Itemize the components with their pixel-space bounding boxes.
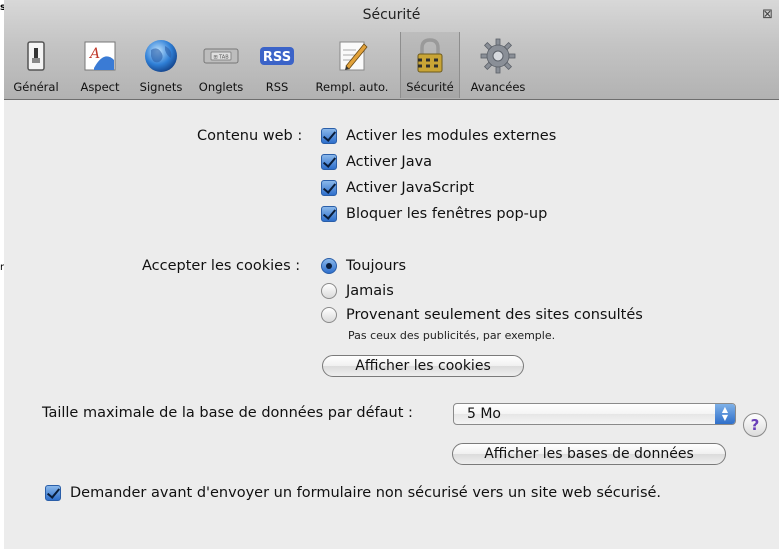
tabs-icon-label: ⊞ TAB — [213, 55, 229, 61]
select-arrows-icon: ▲ ▼ — [715, 404, 735, 424]
checkbox-checked-icon — [45, 485, 61, 501]
enable-plugins-checkbox[interactable]: Activer les modules externes — [321, 128, 556, 144]
toolbar-item-general[interactable]: Général — [4, 32, 68, 98]
enable-java-label: Activer Java — [346, 154, 433, 170]
toolbar-label-aspect: Aspect — [80, 80, 120, 94]
tabs-icon: ⊞ TAB — [203, 48, 239, 64]
toolbar-label-autofill: Rempl. auto. — [315, 80, 389, 94]
toolbar-item-signets[interactable]: Signets — [132, 32, 190, 98]
warn-insecure-form-checkbox[interactable]: Demander avant d'envoyer un formulaire n… — [45, 485, 661, 501]
cookies-always-radio[interactable]: Toujours — [321, 258, 406, 274]
toolbar-item-rss[interactable]: RSS RSS — [252, 32, 302, 98]
toolbar-label-general: Général — [13, 80, 59, 94]
toolbar-item-autofill[interactable]: Rempl. auto. — [304, 32, 400, 98]
web-content-label: Contenu web : — [197, 128, 303, 144]
toolbar-label-onglets: Onglets — [198, 80, 244, 94]
block-popups-label: Bloquer les fenêtres pop-up — [346, 206, 548, 222]
checkbox-checked-icon — [321, 128, 337, 144]
warn-insecure-form-label: Demander avant d'envoyer un formulaire n… — [70, 485, 662, 501]
enable-javascript-label: Activer JavaScript — [346, 180, 475, 196]
window-title: Sécurité — [362, 7, 421, 23]
toolbar-item-securite[interactable]: Sécurité — [400, 32, 460, 98]
cookies-visited-only-label: Provenant seulement des sites consultés — [346, 307, 643, 323]
checkbox-checked-icon — [321, 206, 337, 222]
show-databases-button[interactable]: Afficher les bases de données — [452, 443, 726, 465]
close-icon[interactable]: ⊠ — [762, 7, 773, 22]
radio-unselected-icon — [321, 307, 337, 323]
checkbox-checked-icon — [321, 154, 337, 170]
cookies-visited-only-radio[interactable]: Provenant seulement des sites consultés — [321, 307, 643, 323]
toolbar-label-securite: Sécurité — [406, 80, 454, 94]
toolbar-label-rss: RSS — [265, 80, 289, 94]
enable-javascript-checkbox[interactable]: Activer JavaScript — [321, 180, 474, 196]
help-label: ? — [750, 416, 760, 434]
gear-icon — [480, 38, 516, 74]
database-size-value: 5 Mo — [467, 406, 502, 422]
accept-cookies-label: Accepter les cookies : — [142, 258, 301, 274]
block-popups-checkbox[interactable]: Bloquer les fenêtres pop-up — [321, 206, 547, 222]
preferences-window: Sécurité ⊠ Général A Aspect Signets ⊞ TA… — [4, 0, 779, 549]
toolbar-item-avancees[interactable]: Avancées — [462, 32, 534, 98]
enable-plugins-label: Activer les modules externes — [346, 128, 557, 144]
cookies-never-radio[interactable]: Jamais — [321, 283, 394, 299]
cookies-always-label: Toujours — [346, 258, 407, 274]
cookies-note: Pas ceux des publicités, par exemple. — [348, 329, 556, 342]
title-bar: Sécurité ⊠ Général A Aspect Signets ⊞ TA… — [4, 0, 779, 100]
toolbar-label-avancees: Avancées — [470, 80, 526, 94]
database-size-select[interactable]: 5 Mo ▲ ▼ — [453, 403, 736, 425]
rss-icon: RSS — [260, 47, 294, 65]
pencil-form-icon — [339, 41, 368, 71]
enable-java-checkbox[interactable]: Activer Java — [321, 154, 432, 170]
toolbar-item-onglets[interactable]: ⊞ TAB Onglets — [192, 32, 250, 98]
database-size-label: Taille maximale de la base de données pa… — [42, 405, 413, 421]
toolbar-label-signets: Signets — [139, 80, 183, 94]
rss-badge-text: RSS — [263, 50, 291, 65]
svg-text:A: A — [88, 46, 100, 62]
help-button[interactable]: ? — [743, 413, 767, 437]
security-preferences-pane: Contenu web : Activer les modules extern… — [4, 101, 779, 549]
general-switch-icon — [27, 41, 45, 71]
radio-selected-icon — [321, 258, 337, 274]
radio-unselected-icon — [321, 283, 337, 299]
lock-icon — [417, 38, 443, 73]
checkbox-checked-icon — [321, 180, 337, 196]
globe-icon — [145, 40, 177, 72]
toolbar-item-aspect[interactable]: A Aspect — [70, 32, 130, 98]
cookies-never-label: Jamais — [346, 283, 394, 299]
show-cookies-button[interactable]: Afficher les cookies — [322, 355, 524, 377]
aspect-font-icon: A — [84, 41, 116, 71]
